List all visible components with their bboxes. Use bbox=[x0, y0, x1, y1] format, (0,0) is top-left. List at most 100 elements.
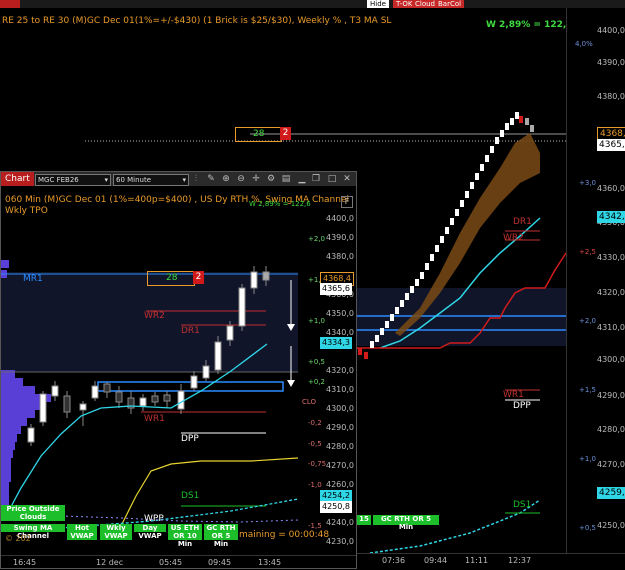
pct-label: +2,5 bbox=[579, 248, 596, 256]
weekly-percent-badge: W 2,89% = 122,6 bbox=[486, 20, 573, 30]
zoom-in-icon[interactable]: ⊕ bbox=[221, 174, 231, 184]
chevron-down-icon: ▾ bbox=[182, 176, 186, 184]
time-tick: 12 dec bbox=[96, 558, 124, 567]
order-qty: 28 bbox=[253, 129, 265, 139]
pct-label: +0,5 bbox=[308, 358, 325, 366]
price-tick: 4250,0 bbox=[597, 521, 625, 530]
price-tick: 4240,0 bbox=[326, 518, 354, 527]
pct-label: +1,0 bbox=[308, 317, 325, 325]
price-tick: 4330,0 bbox=[597, 253, 625, 262]
neg-pct-label: -0,75 bbox=[308, 460, 327, 468]
wkly-vwap-button[interactable]: Wkly VWAP bbox=[100, 524, 132, 540]
time-tick: 09:45 bbox=[208, 558, 232, 567]
wr1-label: WR1 bbox=[144, 414, 165, 424]
timeframe-value: 60 Minute bbox=[116, 176, 152, 184]
draw-icon[interactable]: ✎ bbox=[206, 174, 216, 184]
bar-type-icon[interactable]: ⫶ bbox=[191, 174, 201, 184]
minimize-icon[interactable]: ▁ bbox=[297, 174, 307, 184]
dr1-label: DR1 bbox=[513, 217, 532, 227]
gc-rth-button[interactable]: GC RTH OR 5 Min bbox=[373, 515, 439, 531]
hot-vwap-button[interactable]: Hot VWAP bbox=[67, 524, 97, 540]
price-tick: 4340,0 bbox=[326, 328, 354, 337]
wr2-label: WR2 bbox=[503, 233, 524, 243]
top-toolbar: Hide T-OK Cloud BarCol bbox=[0, 0, 625, 8]
price-tick: 4350,0 bbox=[326, 309, 354, 318]
hide-button[interactable]: Hide bbox=[367, 0, 389, 8]
order-qty-red[interactable]: 2 bbox=[280, 127, 291, 140]
price-tick: 4310,0 bbox=[326, 385, 354, 394]
price-tick: 4400,0 bbox=[597, 26, 625, 35]
session-button-15[interactable]: 15 bbox=[357, 515, 371, 525]
price-tick: 4320,0 bbox=[597, 288, 625, 297]
price-tick: 4270,0 bbox=[597, 460, 625, 469]
maximize-icon[interactable]: □ bbox=[327, 174, 337, 184]
order-qty: 28 bbox=[166, 273, 178, 283]
dpp-label: DPP bbox=[513, 401, 531, 411]
us-eth-or-button[interactable]: US ETH OR 10 Min bbox=[168, 524, 202, 548]
price-tick: 4390,0 bbox=[597, 58, 625, 67]
day-vwap-button[interactable]: Day VWAP bbox=[134, 524, 166, 540]
time-tick: 16:45 bbox=[13, 558, 37, 567]
price-tick: 4360,0 bbox=[597, 184, 625, 193]
order-qty-box[interactable]: 28 bbox=[235, 127, 282, 142]
lower-price-tag: 4259,3 bbox=[597, 487, 625, 499]
price-tick: 4390,0 bbox=[326, 233, 354, 242]
gc-rth-or-button[interactable]: GC RTH OR 5 Min bbox=[204, 524, 238, 548]
instrument-selector[interactable]: MGC FEB26 ▾ bbox=[35, 174, 111, 186]
close-icon[interactable]: ✕ bbox=[342, 174, 352, 184]
crosshair-icon[interactable]: ✛ bbox=[251, 174, 261, 184]
pct-label: 4,0% bbox=[575, 40, 593, 48]
main-time-axis[interactable]: 07:36 09:44 11:11 12:37 bbox=[355, 553, 625, 570]
window-tab[interactable]: Chart bbox=[1, 172, 34, 186]
time-tick: 09:44 bbox=[424, 556, 448, 565]
neg-pct-label: -0,5 bbox=[308, 440, 322, 448]
clo-label: CLO bbox=[302, 398, 317, 406]
secondary-chart-window[interactable]: Chart MGC FEB26 ▾ 60 Minute ▾ ⫶ ✎ ⊕ ⊖ ✛ … bbox=[0, 171, 357, 569]
time-tick: 05:45 bbox=[159, 558, 183, 567]
time-tick: 07:36 bbox=[382, 556, 406, 565]
price-tick: 4280,0 bbox=[326, 442, 354, 451]
time-tick: 12:37 bbox=[508, 556, 532, 565]
secondary-price-axis[interactable]: 4400,0 4390,0 4380,0 4360,0 4350,0 4340,… bbox=[298, 186, 356, 556]
price-tick: 4320,0 bbox=[326, 366, 354, 375]
order-qty-red[interactable]: 2 bbox=[193, 271, 204, 284]
dpp-label: DPP bbox=[181, 434, 199, 444]
low2-price-tag: 4250,8 bbox=[320, 501, 352, 513]
neg-pct-label: -1,0 bbox=[308, 481, 322, 489]
wr1-label: WR1 bbox=[503, 390, 524, 400]
bar-timer: maining = 00:00:48 bbox=[239, 530, 330, 540]
secondary-time-axis[interactable]: 16:45 12 dec 05:45 09:45 13:45 bbox=[1, 555, 356, 569]
price-tick: 4280,0 bbox=[597, 425, 625, 434]
restore-icon[interactable]: ❐ bbox=[311, 174, 321, 184]
timeframe-selector[interactable]: 60 Minute ▾ bbox=[113, 174, 189, 186]
ds1-label: DS1 bbox=[181, 491, 200, 501]
chevron-down-icon: ▾ bbox=[104, 176, 108, 184]
zoom-out-icon[interactable]: ⊖ bbox=[236, 174, 246, 184]
price-tick: 4400,0 bbox=[326, 214, 354, 223]
swing-ma-channel-button[interactable]: Swing MA Channel bbox=[1, 524, 65, 540]
order-qty-box[interactable]: 28 bbox=[147, 271, 195, 286]
price-tick: 4230,0 bbox=[326, 537, 354, 546]
mid-price-tag: 4334,3 bbox=[320, 337, 352, 349]
ds1-label: DS1 bbox=[513, 500, 532, 510]
price-outside-clouds-button[interactable]: Price Outside Clouds bbox=[1, 505, 65, 521]
pct-label: +0,2 bbox=[308, 378, 325, 386]
price-tick: 4260,0 bbox=[326, 480, 354, 489]
pct-label: +1,5 bbox=[579, 386, 596, 394]
neg-pct-label: -1,5 bbox=[308, 522, 322, 530]
dr1-label: DR1 bbox=[181, 326, 200, 336]
main-price-axis[interactable]: 4400,0 4390,0 4380,0 4360,0 4350,0 4330,… bbox=[566, 8, 625, 555]
main-chart-title: RE 25 to RE 30 (M)GC Dec 01(1%=+/-$430) … bbox=[2, 16, 392, 26]
wpp-label: WPP bbox=[144, 514, 164, 524]
price-tick: 4300,0 bbox=[326, 404, 354, 413]
pct-label: +0,5 bbox=[579, 524, 596, 532]
barcol-button[interactable]: BarCol bbox=[435, 0, 465, 8]
current-price-tag: 4365,6 bbox=[597, 139, 625, 151]
pct-label: +3,0 bbox=[579, 179, 596, 187]
properties-icon[interactable]: ⚙ bbox=[266, 174, 276, 184]
template-icon[interactable]: ▤ bbox=[281, 174, 291, 184]
main-chart-tab[interactable] bbox=[0, 0, 20, 8]
wr2-label: WR2 bbox=[144, 311, 165, 321]
ma-price-tag: 4342,7 bbox=[597, 211, 625, 223]
window-toolbar: Chart MGC FEB26 ▾ 60 Minute ▾ ⫶ ✎ ⊕ ⊖ ✛ … bbox=[1, 172, 356, 186]
